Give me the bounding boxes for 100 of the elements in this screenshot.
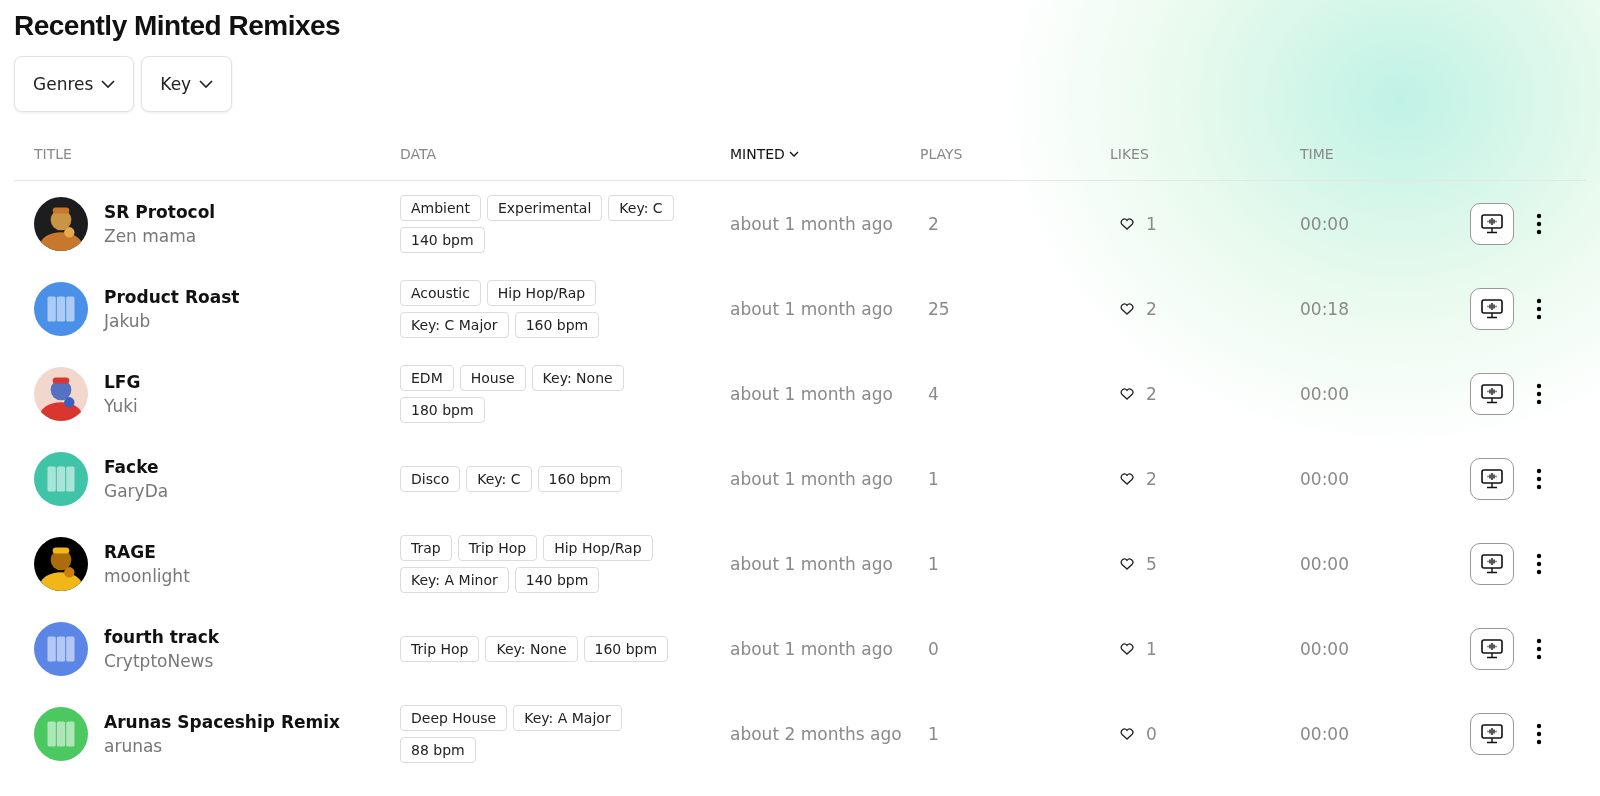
minted-date: about 2 months ago — [730, 723, 903, 744]
page-title: Recently Minted Remixes — [14, 9, 342, 42]
column-header[interactable]: LIKES — [1110, 146, 1149, 162]
tag: Trip Hop — [400, 635, 480, 662]
heart-icon[interactable] — [1120, 387, 1134, 400]
track-title[interactable]: RAGE — [104, 541, 190, 562]
monitor-waveform-icon — [1481, 213, 1503, 234]
tag: Disco — [400, 465, 461, 492]
monitor-waveform-icon — [1481, 468, 1503, 489]
duration: 00:00 — [1300, 723, 1350, 744]
like-count: 0 — [1146, 723, 1157, 744]
artist-name[interactable]: moonlight — [104, 565, 190, 586]
tag: Key: None — [531, 364, 624, 391]
play-count: 1 — [927, 723, 940, 744]
duration: 00:00 — [1300, 213, 1350, 234]
artist-name[interactable]: Jakub — [104, 310, 240, 331]
artist-name[interactable]: Zen mama — [104, 225, 216, 246]
monitor-button[interactable] — [1470, 287, 1514, 330]
tag: Experimental — [486, 194, 603, 221]
monitor-button[interactable] — [1470, 372, 1514, 415]
tag: EDM — [400, 364, 454, 391]
monitor-button[interactable] — [1470, 712, 1514, 755]
chevron-down-icon — [199, 79, 214, 89]
track-title[interactable]: Facke — [104, 456, 169, 477]
duration: 00:00 — [1300, 638, 1350, 659]
tag: Trip Hop — [457, 534, 538, 561]
heart-icon[interactable] — [1120, 302, 1134, 315]
monitor-button[interactable] — [1470, 202, 1514, 245]
column-header[interactable]: PLAYS — [920, 146, 963, 162]
monitor-waveform-icon — [1481, 553, 1503, 574]
tag: 180 bpm — [400, 396, 485, 423]
more-options-icon[interactable] — [1536, 382, 1542, 405]
duration: 00:00 — [1300, 383, 1350, 404]
chevron-down-icon — [101, 79, 116, 89]
artist-name[interactable]: CrytptoNews — [104, 650, 220, 671]
like-count: 2 — [1146, 298, 1157, 319]
duration: 00:00 — [1300, 468, 1350, 489]
like-count: 2 — [1146, 383, 1157, 404]
tag: Key: A Minor — [400, 566, 509, 593]
filter-dropdown[interactable]: Genres — [14, 56, 135, 112]
minted-date: about 1 month ago — [730, 383, 894, 404]
tag: House — [459, 364, 526, 391]
column-header[interactable]: DATA — [400, 146, 437, 162]
tag: Deep House — [400, 704, 508, 731]
heart-icon[interactable] — [1120, 217, 1134, 230]
monitor-button[interactable] — [1470, 542, 1514, 585]
monitor-waveform-icon — [1481, 638, 1503, 659]
more-options-icon[interactable] — [1536, 212, 1542, 235]
tag: Acoustic — [400, 279, 481, 306]
tag: Hip Hop/Rap — [543, 534, 653, 561]
more-options-icon[interactable] — [1536, 637, 1542, 660]
play-count: 2 — [927, 213, 940, 234]
heart-icon[interactable] — [1120, 727, 1134, 740]
heart-icon[interactable] — [1120, 472, 1134, 485]
column-header[interactable]: TIME — [1300, 146, 1334, 162]
monitor-waveform-icon — [1481, 383, 1503, 404]
filter-dropdown[interactable]: Key — [141, 56, 233, 112]
column-header[interactable]: TITLE — [34, 146, 72, 162]
artist-name[interactable]: arunas — [104, 735, 340, 756]
track-title[interactable]: LFG — [104, 371, 141, 392]
artist-name[interactable]: GaryDa — [104, 480, 169, 501]
like-count: 1 — [1146, 213, 1157, 234]
monitor-button[interactable] — [1470, 627, 1514, 670]
tag: Key: C — [608, 194, 674, 221]
monitor-waveform-icon — [1481, 723, 1503, 744]
tag: Key: None — [485, 635, 578, 662]
more-options-icon[interactable] — [1536, 297, 1542, 320]
heart-icon[interactable] — [1120, 557, 1134, 570]
play-count: 1 — [927, 468, 940, 489]
play-count: 4 — [927, 383, 940, 404]
caret-down-icon — [788, 150, 799, 158]
tag: Hip Hop/Rap — [486, 279, 597, 306]
play-count: 0 — [927, 638, 940, 659]
heart-icon[interactable] — [1120, 642, 1134, 655]
duration: 00:18 — [1300, 298, 1350, 319]
track-title[interactable]: Arunas Spaceship Remix — [104, 711, 340, 732]
tag: 88 bpm — [400, 736, 476, 763]
more-options-icon[interactable] — [1536, 467, 1542, 490]
like-count: 2 — [1146, 468, 1157, 489]
tag: Key: C Major — [400, 311, 509, 338]
minted-date: about 1 month ago — [730, 553, 894, 574]
artist-name[interactable]: Yuki — [104, 395, 141, 416]
track-title[interactable]: SR Protocol — [104, 201, 216, 222]
column-header[interactable]: MINTED — [730, 146, 799, 162]
minted-date: about 1 month ago — [730, 638, 894, 659]
play-count: 25 — [927, 298, 951, 319]
like-count: 1 — [1146, 638, 1157, 659]
tag: Key: C — [466, 465, 532, 492]
more-options-icon[interactable] — [1536, 722, 1542, 745]
monitor-button[interactable] — [1470, 457, 1514, 500]
track-title[interactable]: Product Roast — [104, 286, 240, 307]
track-title[interactable]: fourth track — [104, 626, 220, 647]
minted-date: about 1 month ago — [730, 213, 894, 234]
tag: Ambient — [400, 194, 481, 221]
minted-date: about 1 month ago — [730, 468, 894, 489]
more-options-icon[interactable] — [1536, 552, 1542, 575]
like-count: 5 — [1146, 553, 1157, 574]
tag: Key: A Major — [513, 704, 622, 731]
tag: 140 bpm — [400, 226, 485, 253]
tag: 160 bpm — [537, 465, 623, 492]
